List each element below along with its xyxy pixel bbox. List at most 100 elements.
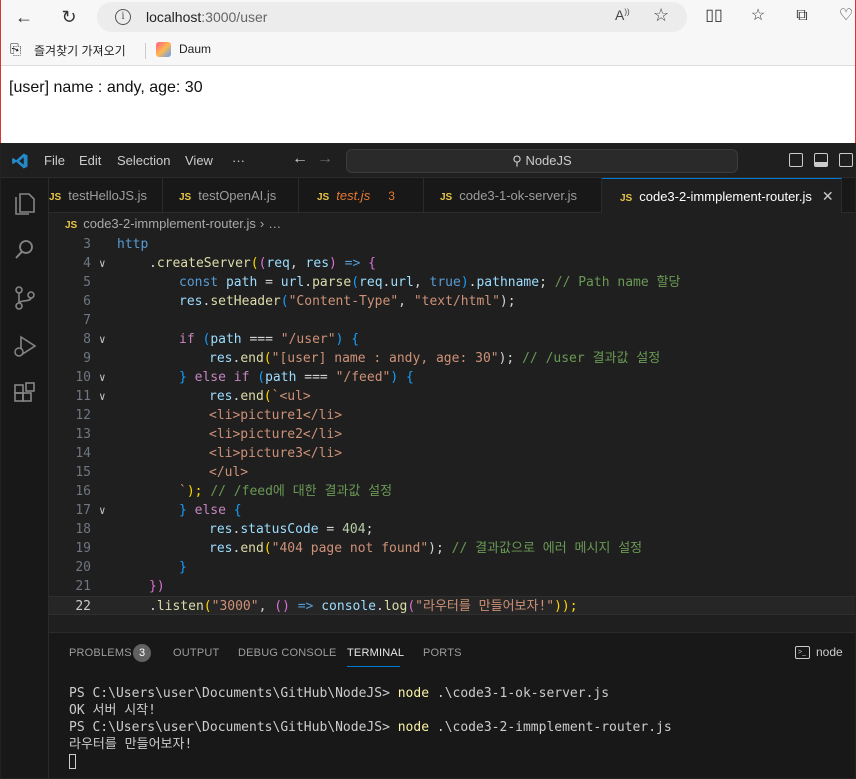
terminal-line: OK 서버 시작! [69, 703, 156, 718]
read-aloud-icon[interactable]: A)) [615, 7, 630, 23]
terminal-cursor [69, 754, 76, 769]
bookmark-separator [145, 43, 146, 59]
tab-label: code3-1-ok-server.js [459, 188, 578, 203]
close-tab-icon[interactable]: ✕ [822, 188, 834, 204]
tab-label: code3-2-immplement-router.js [639, 189, 812, 204]
line-number: 5 [83, 275, 91, 290]
terminal-line: PS C:\Users\user\Documents\GitHub\NodeJS… [69, 720, 672, 735]
nav-forward-icon[interactable]: → [317, 150, 333, 168]
tab-code3-2-immplement-router[interactable]: JS code3-2-immplement-router.js ✕ [602, 178, 842, 213]
tab-terminal[interactable]: TERMINAL [347, 647, 404, 659]
js-file-icon: JS [620, 193, 633, 204]
tab-ports[interactable]: PORTS [423, 647, 462, 659]
refresh-icon[interactable]: ↻ [56, 4, 82, 30]
js-file-icon: JS [65, 220, 78, 231]
terminal-output[interactable]: PS C:\Users\user\Documents\GitHub\NodeJS… [69, 685, 672, 770]
tab-output[interactable]: OUTPUT [173, 647, 219, 659]
code-line: 8 ∨ if (path === "/user") { [49, 330, 855, 349]
command-center-label: NodeJS [525, 153, 572, 168]
browser-toolbar: ← ↻ i localhost:3000/user A)) ☆ ▯▯ ☆ ⧉ ♡ [1, 0, 855, 34]
site-info-icon[interactable]: i [115, 9, 131, 25]
tab-test[interactable]: JS test.js 3 [299, 178, 424, 213]
favorite-star-icon[interactable]: ☆ [653, 5, 669, 26]
import-favorites-icon: ⎘ [10, 41, 22, 57]
code-editor[interactable]: 3 http 4 ∨ .createServer((req, res) => { 5c… [49, 235, 855, 615]
tab-testHelloJS[interactable]: JS testHelloJS.js [49, 178, 163, 213]
problems-count-badge: 3 [133, 644, 151, 662]
line-number: 9 [83, 351, 91, 366]
bookmark-daum[interactable]: Daum [179, 42, 211, 56]
vscode-window: File Edit Selection View ··· ← → ⚲ NodeJ… [0, 143, 856, 779]
tab-problem-count: 3 [388, 189, 395, 203]
search-icon[interactable] [11, 236, 39, 264]
line-number: 15 [75, 465, 91, 480]
line-number: 7 [83, 313, 91, 328]
breadcrumb-file[interactable]: code3-2-immplement-router.js [83, 216, 256, 231]
line-number: 22 [75, 599, 91, 614]
menu-selection[interactable]: Selection [117, 153, 170, 168]
run-debug-icon[interactable] [11, 332, 39, 360]
js-file-icon: JS [179, 192, 192, 203]
toggle-secondary-sidebar-icon[interactable] [839, 153, 853, 167]
code-line: 3 http [49, 235, 855, 254]
breadcrumb: JS code3-2-immplement-router.js ›… [49, 213, 855, 235]
command-center[interactable]: ⚲ NodeJS [346, 149, 738, 173]
line-number: 18 [75, 522, 91, 537]
fold-chevron-icon[interactable]: ∨ [99, 387, 106, 406]
code-line: 18 res.statusCode = 404; [49, 520, 855, 539]
line-number: 21 [75, 579, 91, 594]
tab-testOpenAI[interactable]: JS testOpenAI.js [163, 178, 299, 213]
browser-window: ← ↻ i localhost:3000/user A)) ☆ ▯▯ ☆ ⧉ ♡… [0, 0, 856, 143]
title-bar: File Edit Selection View ··· ← → ⚲ NodeJ… [1, 144, 855, 178]
explorer-icon[interactable] [11, 188, 39, 216]
tab-code3-1-ok-server[interactable]: JS code3-1-ok-server.js [424, 178, 602, 213]
nav-back-icon[interactable]: ← [292, 150, 308, 168]
bookmark-import-favorites[interactable]: 즐겨찾기 가져오기 [34, 42, 126, 59]
extensions-icon[interactable] [11, 380, 39, 408]
toggle-panel-icon[interactable] [814, 153, 828, 167]
code-line: 20} [49, 558, 855, 577]
line-number: 6 [83, 294, 91, 309]
editor-tabs: JS testHelloJS.js JS testOpenAI.js JS test.… [49, 178, 855, 213]
tab-debug-console[interactable]: DEBUG CONSOLE [238, 647, 337, 659]
code-line: 10 ∨} else if (path === "/feed") { [49, 368, 855, 387]
fold-chevron-icon[interactable]: ∨ [99, 330, 106, 349]
line-number: 11 [75, 389, 91, 404]
favorites-icon[interactable]: ☆ [748, 6, 768, 26]
browser-essentials-icon[interactable]: ♡ [836, 6, 856, 26]
menu-view[interactable]: View [185, 153, 213, 168]
breadcrumb-symbol[interactable]: … [268, 216, 281, 231]
url-path: :3000/user [201, 9, 268, 25]
js-file-icon: JS [317, 192, 330, 203]
back-icon[interactable]: ← [11, 4, 37, 30]
menu-more[interactable]: ··· [232, 153, 245, 168]
address-bar[interactable]: i localhost:3000/user A)) ☆ [97, 2, 687, 32]
terminal-instance-name[interactable]: node [816, 645, 843, 659]
split-screen-icon[interactable]: ▯▯ [704, 6, 724, 26]
bottom-panel: PROBLEMS 3 OUTPUT DEBUG CONSOLE TERMINAL… [49, 632, 855, 778]
source-control-icon[interactable] [11, 284, 39, 312]
breadcrumb-separator-icon: › [259, 216, 265, 231]
tab-label: test.js [336, 188, 371, 203]
code-line: 7 [49, 311, 855, 330]
tab-problems[interactable]: PROBLEMS [69, 647, 132, 659]
terminal-icon[interactable]: >_ [795, 646, 810, 659]
code-line: 11 ∨ res.end(`<ul> [49, 387, 855, 406]
line-number: 20 [75, 560, 91, 575]
vscode-logo-icon [12, 153, 28, 169]
tab-label: testHelloJS.js [68, 188, 147, 203]
terminal-line: 라우터를 만들어보자! [69, 737, 193, 752]
read-aloud-label: A [615, 7, 625, 23]
fold-chevron-icon[interactable]: ∨ [99, 368, 106, 387]
collections-icon[interactable]: ⧉ [792, 6, 812, 26]
line-number: 14 [75, 446, 91, 461]
menu-file[interactable]: File [44, 153, 65, 168]
daum-logo-icon [156, 42, 171, 57]
code-line: 4 ∨ .createServer((req, res) => { [49, 254, 855, 273]
toggle-sidebar-icon[interactable] [789, 153, 803, 167]
fold-chevron-icon[interactable]: ∨ [99, 501, 106, 520]
fold-chevron-icon[interactable]: ∨ [99, 254, 106, 273]
url-text[interactable]: localhost:3000/user [146, 9, 267, 25]
line-number: 13 [75, 427, 91, 442]
menu-edit[interactable]: Edit [79, 153, 101, 168]
